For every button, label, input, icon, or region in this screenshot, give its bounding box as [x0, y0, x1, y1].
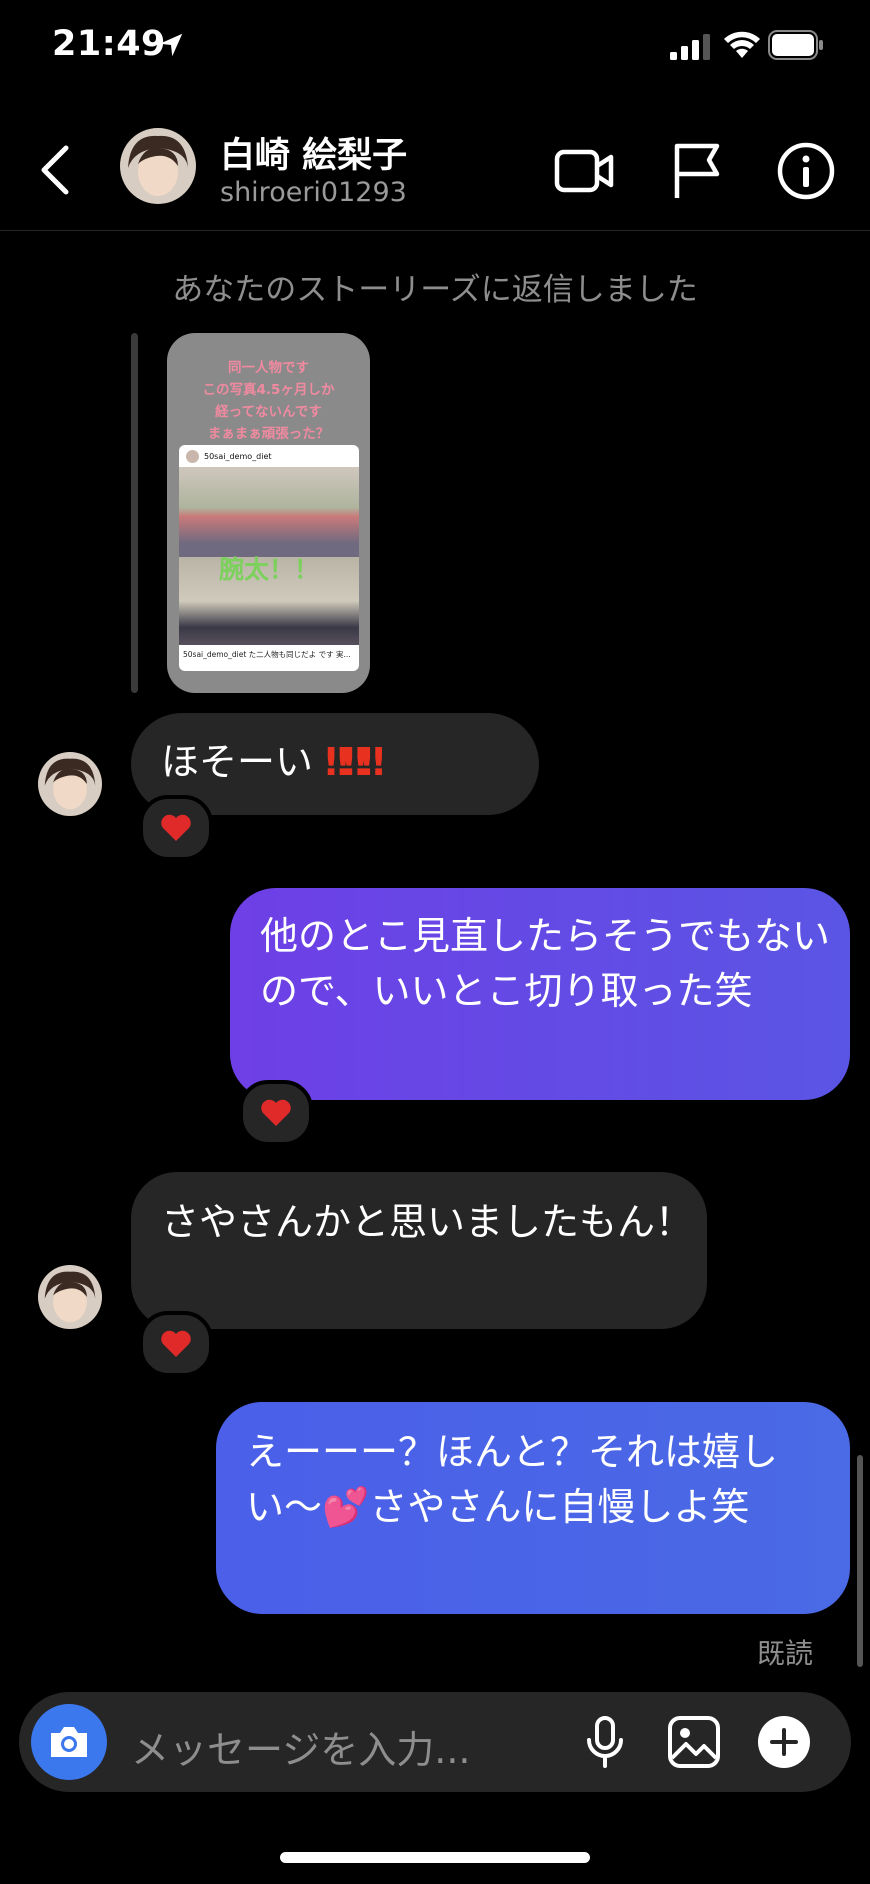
- message-bubble-incoming[interactable]: さやさんかと思いましたもん！: [131, 1172, 707, 1329]
- flag-icon[interactable]: [665, 140, 727, 202]
- message-text: 他のとこ見直したらそうでもないので、いいとこ切り取った笑: [260, 914, 831, 1013]
- heart-icon: [161, 1330, 191, 1357]
- gallery-icon[interactable]: [666, 1714, 722, 1770]
- header-divider: [0, 230, 870, 231]
- message-composer: メッセージを入力...: [19, 1692, 851, 1792]
- sender-avatar[interactable]: [38, 1265, 102, 1329]
- shared-post: 50sai_demo_diet 腕太！！ 50sai_demo_diet た二人…: [179, 445, 359, 671]
- home-indicator[interactable]: [280, 1852, 590, 1863]
- post-overlay-text: 腕太！！: [219, 555, 320, 584]
- post-username: 50sai_demo_diet: [204, 452, 272, 461]
- post-caption: 50sai_demo_diet た二人物も同じだよ です 実...: [183, 650, 351, 659]
- avatar-photo: [38, 752, 102, 816]
- heart-icon: [261, 1099, 291, 1126]
- video-call-icon[interactable]: [553, 140, 615, 202]
- heart-reaction[interactable]: [239, 1080, 313, 1146]
- scrollbar[interactable]: [857, 1455, 863, 1667]
- seen-status: 既読: [757, 1637, 814, 1670]
- camera-button[interactable]: [31, 1704, 107, 1780]
- wifi-icon: [724, 31, 760, 58]
- message-bubble-outgoing[interactable]: 他のとこ見直したらそうでもないので、いいとこ切り取った笑: [230, 888, 850, 1100]
- story-caption: 同一人物です この写真4.5ヶ月しか 経ってないんです まぁまぁ頑張った？: [202, 360, 335, 442]
- back-button[interactable]: [30, 140, 80, 200]
- double-exclamation-emoji: ‼‼‼: [325, 740, 385, 784]
- location-arrow-icon: [159, 33, 183, 57]
- message-input[interactable]: メッセージを入力...: [131, 1719, 470, 1774]
- post-avatar: [186, 450, 199, 463]
- sender-avatar[interactable]: [38, 752, 102, 816]
- message-text: えーーー？ほんと？それは嬉しい〜💕さやさんに自慢しよ笑: [246, 1430, 779, 1529]
- microphone-icon[interactable]: [577, 1714, 633, 1770]
- contact-name[interactable]: 白崎 絵梨子: [220, 127, 407, 178]
- heart-icon: [161, 814, 191, 841]
- story-reply-note: あなたのストーリーズに返信しました: [172, 272, 698, 308]
- contact-avatar[interactable]: [120, 128, 196, 204]
- message-bubble-outgoing[interactable]: えーーー？ほんと？それは嬉しい〜💕さやさんに自慢しよ笑: [216, 1402, 850, 1614]
- battery-icon: [768, 30, 823, 60]
- add-icon[interactable]: [756, 1714, 812, 1770]
- contact-username[interactable]: shiroeri01293: [220, 177, 407, 208]
- avatar-photo: [120, 128, 196, 204]
- avatar-photo: [38, 1265, 102, 1329]
- heart-reaction[interactable]: [139, 795, 213, 861]
- two-hearts-emoji: 💕: [322, 1485, 370, 1529]
- message-text: さやさんかと思いましたもん！: [161, 1200, 694, 1244]
- story-thumbnail[interactable]: 同一人物です この写真4.5ヶ月しか 経ってないんです まぁまぁ頑張った？ 50…: [167, 333, 370, 693]
- post-photo-top: [179, 467, 359, 557]
- message-text: ほそーい ‼‼‼: [161, 740, 385, 784]
- reply-indicator-bar: [131, 333, 138, 693]
- cellular-signal-icon: [670, 34, 710, 60]
- camera-icon: [51, 1727, 87, 1757]
- info-icon[interactable]: [775, 140, 837, 202]
- status-time: 21:49: [52, 24, 166, 64]
- heart-reaction[interactable]: [139, 1311, 213, 1377]
